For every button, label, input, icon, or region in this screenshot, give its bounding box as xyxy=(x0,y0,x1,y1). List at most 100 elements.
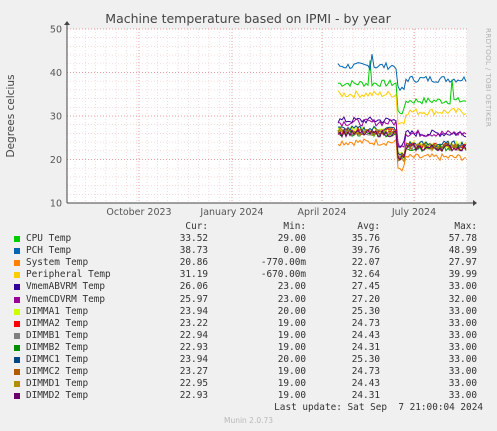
legend-row: DIMMD1 Temp 22.95 19.00 24.43 33.00 xyxy=(0,378,497,390)
legend: Cur: Min: Avg: Max: CPU Temp 33.52 29.00 35… xyxy=(0,221,497,402)
header-min: Min: xyxy=(283,221,306,232)
legend-min: 19.00 xyxy=(277,390,306,402)
legend-series-name: Peripheral Temp xyxy=(26,269,111,281)
legend-series-name: DIMMA1 Temp xyxy=(26,305,89,317)
legend-avg: 24.31 xyxy=(351,341,380,353)
legend-row: DIMMA1 Temp 23.94 20.00 25.30 33.00 xyxy=(0,306,497,318)
legend-avg: 35.76 xyxy=(351,233,380,245)
legend-max: 33.00 xyxy=(448,354,477,366)
legend-cur: 23.94 xyxy=(179,354,208,366)
chart-title: Machine temperature based on IPMI - by y… xyxy=(105,11,391,26)
legend-swatch xyxy=(14,393,20,400)
legend-max: 33.00 xyxy=(448,366,477,378)
legend-min: 20.00 xyxy=(277,305,306,317)
legend-row: DIMMC1 Temp 23.94 20.00 25.30 33.00 xyxy=(0,354,497,366)
legend-series-name: DIMMC1 Temp xyxy=(26,354,89,366)
legend-avg: 25.30 xyxy=(351,305,380,317)
legend-row: CPU Temp 33.52 29.00 35.76 57.78 xyxy=(0,233,497,245)
legend-min: 20.00 xyxy=(277,354,306,366)
legend-series-name: CPU Temp xyxy=(26,233,72,245)
legend-max: 33.00 xyxy=(448,305,477,317)
legend-swatch xyxy=(14,296,20,303)
legend-swatch xyxy=(14,284,20,291)
legend-series-name: DIMMB1 Temp xyxy=(26,329,89,341)
legend-swatch xyxy=(14,332,20,339)
x-tick-label: January 2024 xyxy=(199,207,263,218)
legend-swatch xyxy=(14,260,20,267)
y-tick-label: 30 xyxy=(50,112,62,123)
legend-max: 33.00 xyxy=(448,329,477,341)
header-cur: Cur: xyxy=(185,221,208,232)
legend-avg: 22.07 xyxy=(351,257,380,269)
munin-version: Munin 2.0.73 xyxy=(223,416,274,425)
y-tick-label: 10 xyxy=(50,199,62,210)
legend-cur: 23.22 xyxy=(179,317,208,329)
y-tick-label: 50 xyxy=(50,25,62,36)
legend-row: VmemABVRM Temp 26.06 23.00 27.45 33.00 xyxy=(0,281,497,293)
legend-row: DIMMB2 Temp 22.93 19.00 24.31 33.00 xyxy=(0,342,497,354)
legend-series-name: DIMMC2 Temp xyxy=(26,366,89,378)
legend-min: 19.00 xyxy=(277,378,306,390)
legend-row: System Temp 20.86 -770.00m 22.07 27.97 xyxy=(0,257,497,269)
legend-swatch xyxy=(14,369,20,376)
legend-swatch xyxy=(14,272,20,279)
legend-row: PCH Temp 38.73 0.00 39.76 48.99 xyxy=(0,245,497,257)
legend-avg: 24.31 xyxy=(351,390,380,402)
legend-cur: 22.93 xyxy=(179,341,208,353)
legend-avg: 32.64 xyxy=(351,269,380,281)
legend-cur: 22.95 xyxy=(179,378,208,390)
y-axis-label: Degrees celcius xyxy=(5,75,17,158)
legend-cur: 23.27 xyxy=(179,366,208,378)
legend-swatch xyxy=(14,344,20,351)
x-tick-label: October 2023 xyxy=(106,207,171,218)
legend-rows: CPU Temp 33.52 29.00 35.76 57.78 PCH Temp 38.7… xyxy=(0,233,497,402)
legend-cur: 22.94 xyxy=(179,329,208,341)
legend-avg: 24.43 xyxy=(351,378,380,390)
legend-row: DIMMA2 Temp 23.22 19.00 24.73 33.00 xyxy=(0,318,497,330)
legend-swatch xyxy=(14,320,20,327)
rrdtool-credit: RRDTOOL / TOBI OETIKER xyxy=(484,28,493,128)
legend-row: VmemCDVRM Temp 25.97 23.00 27.20 32.00 xyxy=(0,294,497,306)
legend-series-name: DIMMD2 Temp xyxy=(26,390,89,402)
legend-header: Cur: Min: Avg: Max: xyxy=(0,221,497,233)
legend-row: Peripheral Temp 31.19 -670.00m 32.64 39.99 xyxy=(0,269,497,281)
legend-max: 33.00 xyxy=(448,281,477,293)
legend-series-name: DIMMB2 Temp xyxy=(26,341,89,353)
legend-cur: 20.86 xyxy=(179,257,208,269)
header-avg: Avg: xyxy=(357,221,380,232)
y-tick-label: 20 xyxy=(50,155,62,166)
legend-series-name: VmemCDVRM Temp xyxy=(26,293,106,305)
legend-series-name: DIMMA2 Temp xyxy=(26,317,89,329)
legend-swatch xyxy=(14,248,20,255)
legend-min: 19.00 xyxy=(277,329,306,341)
legend-series-name: System Temp xyxy=(26,257,89,269)
legend-min: 19.00 xyxy=(277,341,306,353)
legend-cur: 33.52 xyxy=(179,233,208,245)
legend-max: 27.97 xyxy=(448,257,477,269)
x-tick-label: April 2024 xyxy=(298,207,347,218)
legend-avg: 24.73 xyxy=(351,317,380,329)
legend-avg: 27.45 xyxy=(351,281,380,293)
header-max: Max: xyxy=(454,221,477,232)
legend-min: 29.00 xyxy=(277,233,306,245)
legend-cur: 25.97 xyxy=(179,293,208,305)
legend-max: 33.00 xyxy=(448,378,477,390)
legend-cur: 26.06 xyxy=(179,281,208,293)
legend-max: 48.99 xyxy=(448,245,477,257)
y-tick-label: 40 xyxy=(50,68,62,79)
y-axis-arrow xyxy=(64,21,70,25)
legend-min: 19.00 xyxy=(277,366,306,378)
legend-min: 0.00 xyxy=(283,245,306,257)
legend-swatch xyxy=(14,357,20,364)
legend-max: 33.00 xyxy=(448,390,477,402)
legend-max: 33.00 xyxy=(448,317,477,329)
legend-max: 57.78 xyxy=(448,233,477,245)
x-tick-label: July 2024 xyxy=(391,207,436,218)
legend-row: DIMMC2 Temp 23.27 19.00 24.73 33.00 xyxy=(0,366,497,378)
legend-cur: 22.93 xyxy=(179,390,208,402)
legend-min: 23.00 xyxy=(277,293,306,305)
legend-avg: 24.73 xyxy=(351,366,380,378)
last-update: Last update: Sat Sep 7 21:00:04 2024 xyxy=(274,402,483,413)
legend-swatch xyxy=(14,236,20,243)
legend-series-name: VmemABVRM Temp xyxy=(26,281,106,293)
